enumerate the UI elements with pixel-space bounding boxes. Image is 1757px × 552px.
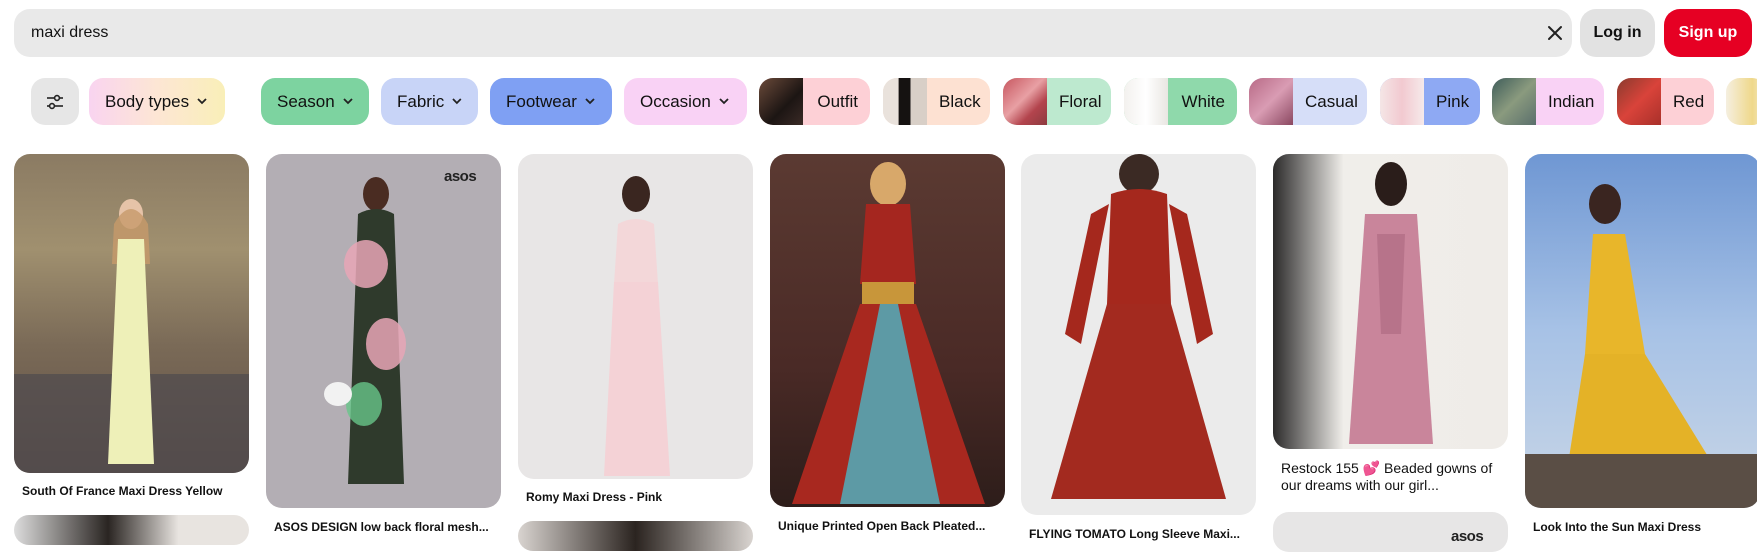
filter-label: Body types [105,91,190,111]
pin-card[interactable]: asos ASOS DESIGN low back floral mesh... [266,154,501,544]
chevron-down-icon [719,98,729,105]
suggestion-thumbnail [1726,78,1757,125]
suggestion-thumbnail [883,78,927,125]
suggestion-pink[interactable]: Pink [1380,78,1480,125]
dress-illustration [1525,184,1757,508]
pin-title[interactable]: ASOS DESIGN low back floral mesh... [274,520,496,534]
pin-title[interactable]: South Of France Maxi Dress Yellow [22,484,244,498]
log-in-button[interactable]: Log in [1580,9,1655,57]
brand-watermark: asos [1451,528,1484,545]
suggestion-casual[interactable]: Casual [1249,78,1367,125]
filter-footwear[interactable]: Footwear [490,78,612,125]
suggestion-thumbnail [1617,78,1661,125]
brand-watermark: asos [444,168,477,185]
pin-image[interactable] [770,154,1005,507]
filter-label: Fabric [397,91,445,111]
pin-card[interactable] [14,515,249,545]
pin-card[interactable]: asos [1273,512,1508,552]
chevron-down-icon [452,98,462,105]
filter-season[interactable]: Season [261,78,369,125]
pin-title[interactable]: Restock 155 💕 Beaded gowns of our dreams… [1281,460,1503,494]
suggestion-black[interactable]: Black [883,78,990,125]
search-bar[interactable] [14,9,1572,57]
pin-image[interactable] [1525,154,1757,508]
suggestion-label: Black [939,91,981,111]
suggestion-white[interactable]: White [1124,78,1237,125]
pin-image[interactable] [518,154,753,479]
suggestion-label: Floral [1059,91,1102,111]
chevron-down-icon [343,98,353,105]
pin-card[interactable]: FLYING TOMATO Long Sleeve Maxi... [1021,154,1256,541]
suggestion-thumbnail [1380,78,1424,125]
filter-bar: Body types Season Fabric Footwear Occasi… [0,78,1757,126]
suggestion-label: Pink [1436,91,1470,111]
pin-image[interactable] [1273,154,1508,449]
suggestion-label: White [1181,91,1225,111]
filter-body-types[interactable]: Body types [89,78,225,125]
clear-search-button[interactable] [1541,19,1569,47]
suggestion-indian[interactable]: Indian [1492,78,1604,125]
pin-image[interactable] [518,521,753,551]
suggestion-thumbnail [1492,78,1536,125]
pin-card[interactable]: South Of France Maxi Dress Yellow [14,154,249,514]
filter-label: Footwear [506,91,577,111]
suggestion-thumbnail [1249,78,1293,125]
dress-illustration [792,162,985,504]
filter-label: Season [277,91,335,111]
suggestion-label: Outfit [817,91,858,111]
suggestion-thumbnail [1003,78,1047,125]
chevron-down-icon [585,98,595,105]
suggestion-thumbnail [759,78,803,125]
sliders-icon [47,94,63,109]
suggestion-floral[interactable]: Floral [1003,78,1111,125]
pin-title[interactable]: Romy Maxi Dress - Pink [526,490,748,504]
filter-fabric[interactable]: Fabric [381,78,478,125]
pin-image[interactable] [14,154,249,473]
pin-title[interactable]: FLYING TOMATO Long Sleeve Maxi... [1029,527,1251,541]
chevron-down-icon [197,98,207,105]
filter-label: Occasion [640,91,711,111]
dress-illustration [604,176,670,476]
filter-occasion[interactable]: Occasion [624,78,747,125]
pin-card[interactable]: Restock 155 💕 Beaded gowns of our dreams… [1273,154,1508,496]
suggestion-label: Casual [1305,91,1358,111]
pin-card[interactable]: Look Into the Sun Maxi Dress [1525,154,1757,534]
search-input[interactable] [31,9,1511,57]
close-icon[interactable] [1547,25,1563,41]
suggestion-red[interactable]: Red [1617,78,1714,125]
pin-image[interactable]: asos [1273,512,1508,552]
dress-illustration [1349,162,1433,444]
sign-up-button[interactable]: Sign up [1664,9,1752,57]
pin-image[interactable]: asos [266,154,501,508]
suggestion-more[interactable] [1726,78,1757,125]
pin-card[interactable]: Romy Maxi Dress - Pink [518,154,753,514]
filters-button[interactable] [31,78,79,125]
pin-card[interactable] [518,521,753,551]
pin-title[interactable]: Unique Printed Open Back Pleated... [778,519,1000,533]
dress-illustration [324,177,406,484]
suggestion-thumbnail [1124,78,1168,125]
suggestion-label: Red [1673,91,1705,111]
pin-card[interactable]: Unique Printed Open Back Pleated... [770,154,1005,534]
suggestion-outfit[interactable]: Outfit [759,78,870,125]
pin-image[interactable] [1021,154,1256,515]
header: Log in Sign up [0,0,1757,66]
suggestion-label: Indian [1548,91,1595,111]
pin-title[interactable]: Look Into the Sun Maxi Dress [1533,520,1755,534]
dress-illustration [1051,154,1226,499]
dress-illustration [14,199,249,473]
